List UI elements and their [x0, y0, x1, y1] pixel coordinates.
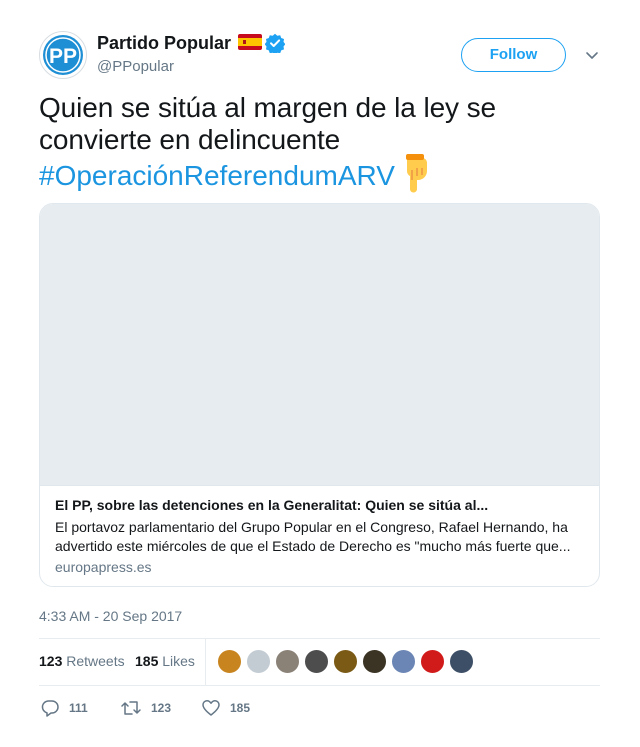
- chevron-down-icon[interactable]: [583, 46, 601, 64]
- liker-avatar-8[interactable]: [420, 649, 445, 674]
- stats-divider: [205, 639, 206, 685]
- tweet-timestamp[interactable]: 4:33 AM - 20 Sep 2017: [39, 607, 182, 625]
- tweet-text: Quien se sitúa al margen de la ley se co…: [39, 92, 497, 155]
- verified-badge-icon: [264, 33, 286, 55]
- likes-label: Likes: [162, 653, 195, 669]
- reply-count: 111: [69, 701, 88, 715]
- pp-logo-icon: PP: [43, 35, 83, 75]
- link-card[interactable]: El PP, sobre las detenciones en la Gener…: [39, 203, 600, 587]
- reply-icon: [41, 700, 59, 717]
- retweet-icon: [121, 701, 141, 715]
- likes-stat[interactable]: 185 Likes: [135, 653, 195, 670]
- liker-avatar-1[interactable]: [217, 649, 242, 674]
- like-action[interactable]: 185: [201, 698, 250, 718]
- author-name[interactable]: Partido Popular: [97, 32, 231, 54]
- pointing-down-emoji-icon: [398, 154, 432, 194]
- reply-action[interactable]: 111: [40, 698, 88, 718]
- liker-avatar-2[interactable]: [246, 649, 271, 674]
- liker-avatar-6[interactable]: [362, 649, 387, 674]
- card-title[interactable]: El PP, sobre las detenciones en la Gener…: [55, 497, 585, 514]
- retweets-count: 123: [39, 653, 63, 669]
- liker-avatar-9[interactable]: [449, 649, 474, 674]
- author-handle[interactable]: @PPopular: [97, 58, 174, 76]
- liker-avatar-5[interactable]: [333, 649, 358, 674]
- card-domain: europapress.es: [55, 559, 152, 575]
- retweet-action[interactable]: 123: [120, 698, 171, 718]
- spain-flag-icon: [238, 34, 262, 50]
- card-image-placeholder[interactable]: [40, 204, 599, 486]
- follow-button[interactable]: Follow: [461, 38, 566, 72]
- divider: [39, 638, 600, 639]
- heart-icon: [202, 699, 220, 716]
- hashtag-link[interactable]: #OperaciónReferendumARV: [39, 158, 395, 194]
- likes-count: 185: [135, 653, 159, 669]
- avatar-text: PP: [49, 45, 77, 68]
- retweet-count: 123: [151, 701, 172, 715]
- card-description: El portavoz parlamentario del Grupo Popu…: [55, 519, 571, 554]
- author-avatar[interactable]: PP: [39, 31, 87, 79]
- liker-avatar-7[interactable]: [391, 649, 416, 674]
- retweets-label: Retweets: [66, 653, 125, 669]
- retweets-stat[interactable]: 123 Retweets: [39, 653, 125, 670]
- like-count: 185: [230, 701, 251, 715]
- divider: [39, 685, 600, 686]
- liker-avatar-3[interactable]: [275, 649, 300, 674]
- liker-avatar-4[interactable]: [304, 649, 329, 674]
